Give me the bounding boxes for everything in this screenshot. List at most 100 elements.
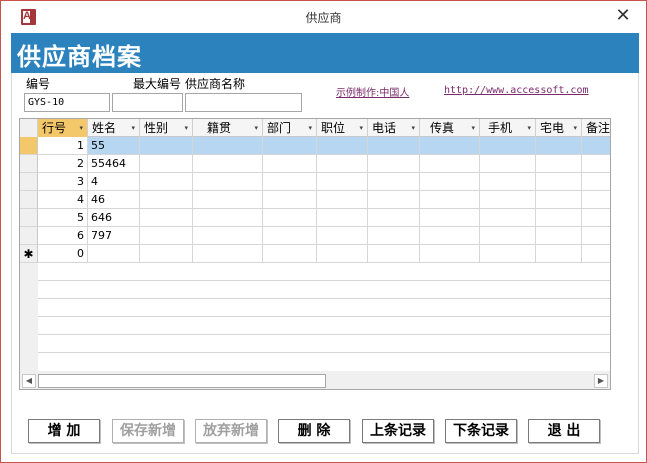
- dropdown-icon[interactable]: ▾: [184, 119, 188, 137]
- dropdown-icon[interactable]: ▾: [79, 119, 83, 137]
- supplier-name-field[interactable]: [185, 93, 302, 112]
- department-cell[interactable]: [263, 227, 317, 245]
- position-cell[interactable]: [317, 191, 368, 209]
- table-row[interactable]: 3 4: [20, 173, 610, 191]
- new-record-row[interactable]: ✱ 0: [20, 245, 610, 263]
- phone-cell[interactable]: [368, 209, 420, 227]
- credit-link[interactable]: 示例制作:中国人: [336, 84, 409, 99]
- department-cell[interactable]: [263, 155, 317, 173]
- line-no-cell[interactable]: 3: [38, 173, 88, 191]
- table-row[interactable]: 6 797: [20, 227, 610, 245]
- gender-cell[interactable]: [140, 227, 193, 245]
- dropdown-icon[interactable]: ▾: [573, 119, 577, 137]
- scroll-thumb[interactable]: [38, 374, 326, 388]
- position-cell[interactable]: [317, 245, 368, 263]
- gender-cell[interactable]: [140, 245, 193, 263]
- home-phone-cell[interactable]: [536, 227, 582, 245]
- column-header-line-no[interactable]: 行号 ▾: [38, 119, 88, 137]
- scroll-right-icon[interactable]: ▶: [594, 374, 608, 388]
- exit-button[interactable]: 退 出: [528, 419, 600, 443]
- column-header-home-phone[interactable]: 宅电 ▾: [536, 119, 582, 137]
- name-cell[interactable]: [88, 245, 140, 263]
- phone-cell[interactable]: [368, 155, 420, 173]
- line-no-cell[interactable]: 1: [38, 137, 88, 155]
- column-header-fax[interactable]: 传真 ▾: [420, 119, 480, 137]
- name-cell[interactable]: 797: [88, 227, 140, 245]
- dropdown-icon[interactable]: ▾: [471, 119, 475, 137]
- column-header-position[interactable]: 职位 ▾: [317, 119, 368, 137]
- save-new-button[interactable]: 保存新增: [112, 419, 184, 443]
- new-record-icon[interactable]: ✱: [20, 245, 38, 263]
- add-button[interactable]: 增 加: [28, 419, 100, 443]
- table-row[interactable]: 4 46: [20, 191, 610, 209]
- phone-cell[interactable]: [368, 173, 420, 191]
- remarks-cell[interactable]: [582, 245, 610, 263]
- gender-cell[interactable]: [140, 209, 193, 227]
- department-cell[interactable]: [263, 137, 317, 155]
- record-selector[interactable]: [20, 155, 38, 173]
- column-header-department[interactable]: 部门 ▾: [263, 119, 317, 137]
- dropdown-icon[interactable]: ▾: [527, 119, 531, 137]
- fax-cell[interactable]: [420, 227, 480, 245]
- hometown-cell[interactable]: [193, 137, 263, 155]
- column-header-name[interactable]: 姓名 ▾: [88, 119, 140, 137]
- record-selector[interactable]: [20, 209, 38, 227]
- remarks-cell[interactable]: [582, 173, 610, 191]
- fax-cell[interactable]: [420, 209, 480, 227]
- prev-record-button[interactable]: 上条记录: [362, 419, 434, 443]
- home-phone-cell[interactable]: [536, 191, 582, 209]
- next-record-button[interactable]: 下条记录: [445, 419, 517, 443]
- table-row[interactable]: 2 55464: [20, 155, 610, 173]
- dropdown-icon[interactable]: ▾: [359, 119, 363, 137]
- max-code-field[interactable]: [112, 93, 183, 112]
- mobile-cell[interactable]: [480, 191, 536, 209]
- hometown-cell[interactable]: [193, 155, 263, 173]
- select-all-corner[interactable]: [20, 119, 38, 137]
- fax-cell[interactable]: [420, 245, 480, 263]
- name-cell[interactable]: 55464: [88, 155, 140, 173]
- department-cell[interactable]: [263, 209, 317, 227]
- mobile-cell[interactable]: [480, 245, 536, 263]
- fax-cell[interactable]: [420, 137, 480, 155]
- scroll-left-icon[interactable]: ◀: [22, 374, 36, 388]
- column-header-hometown[interactable]: 籍贯 ▾: [193, 119, 263, 137]
- name-cell[interactable]: 55: [88, 137, 140, 155]
- phone-cell[interactable]: [368, 227, 420, 245]
- hometown-cell[interactable]: [193, 227, 263, 245]
- fax-cell[interactable]: [420, 155, 480, 173]
- table-row[interactable]: 5 646: [20, 209, 610, 227]
- column-header-phone[interactable]: 电话 ▾: [368, 119, 420, 137]
- column-header-mobile[interactable]: 手机 ▾: [480, 119, 536, 137]
- home-phone-cell[interactable]: [536, 155, 582, 173]
- discard-new-button[interactable]: 放弃新增: [195, 419, 267, 443]
- credit-url-link[interactable]: http://www.accessoft.com: [444, 85, 589, 96]
- record-selector[interactable]: [20, 227, 38, 245]
- code-field[interactable]: GYS-10: [24, 93, 110, 112]
- hometown-cell[interactable]: [193, 209, 263, 227]
- record-selector[interactable]: [20, 191, 38, 209]
- department-cell[interactable]: [263, 191, 317, 209]
- record-selector[interactable]: [20, 173, 38, 191]
- dropdown-icon[interactable]: ▾: [131, 119, 135, 137]
- remarks-cell[interactable]: [582, 191, 610, 209]
- home-phone-cell[interactable]: [536, 173, 582, 191]
- gender-cell[interactable]: [140, 137, 193, 155]
- line-no-cell[interactable]: 2: [38, 155, 88, 173]
- line-no-cell[interactable]: 6: [38, 227, 88, 245]
- home-phone-cell[interactable]: [536, 209, 582, 227]
- home-phone-cell[interactable]: [536, 245, 582, 263]
- gender-cell[interactable]: [140, 155, 193, 173]
- mobile-cell[interactable]: [480, 155, 536, 173]
- remarks-cell[interactable]: [582, 155, 610, 173]
- hometown-cell[interactable]: [193, 173, 263, 191]
- column-header-remarks[interactable]: 备注: [582, 119, 610, 137]
- line-no-cell[interactable]: 5: [38, 209, 88, 227]
- position-cell[interactable]: [317, 173, 368, 191]
- dropdown-icon[interactable]: ▾: [411, 119, 415, 137]
- column-header-gender[interactable]: 性别 ▾: [140, 119, 193, 137]
- phone-cell[interactable]: [368, 137, 420, 155]
- remarks-cell[interactable]: [582, 137, 610, 155]
- remarks-cell[interactable]: [582, 227, 610, 245]
- fax-cell[interactable]: [420, 173, 480, 191]
- gender-cell[interactable]: [140, 191, 193, 209]
